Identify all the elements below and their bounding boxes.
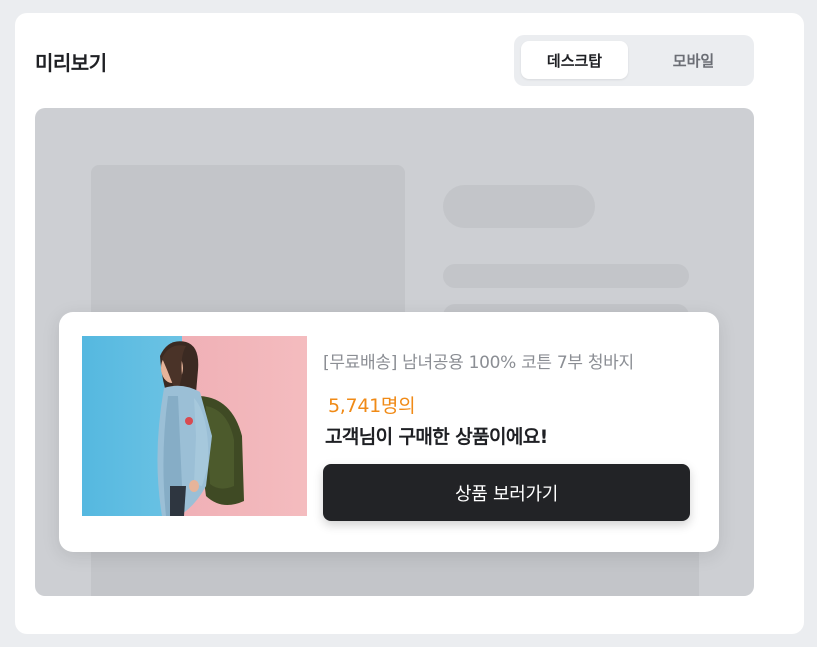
purchase-message: 고객님이 구매한 상품이에요!	[325, 426, 548, 448]
view-toggle: 데스크탑 모바일	[514, 35, 754, 86]
product-name: [무료배송] 남녀공용 100% 코튼 7부 청바지	[323, 353, 634, 373]
placeholder-line	[443, 264, 689, 288]
purchase-count: 5,741명의	[328, 395, 416, 417]
product-photo	[82, 336, 307, 516]
placeholder-title-pill	[443, 185, 595, 228]
purchase-popup: [무료배송] 남녀공용 100% 코튼 7부 청바지 5,741명의 고객님이 …	[59, 312, 719, 552]
tab-desktop[interactable]: 데스크탑	[521, 41, 628, 79]
page-title: 미리보기	[35, 51, 107, 75]
view-product-button[interactable]: 상품 보러가기	[323, 464, 690, 521]
tab-mobile[interactable]: 모바일	[640, 41, 747, 79]
